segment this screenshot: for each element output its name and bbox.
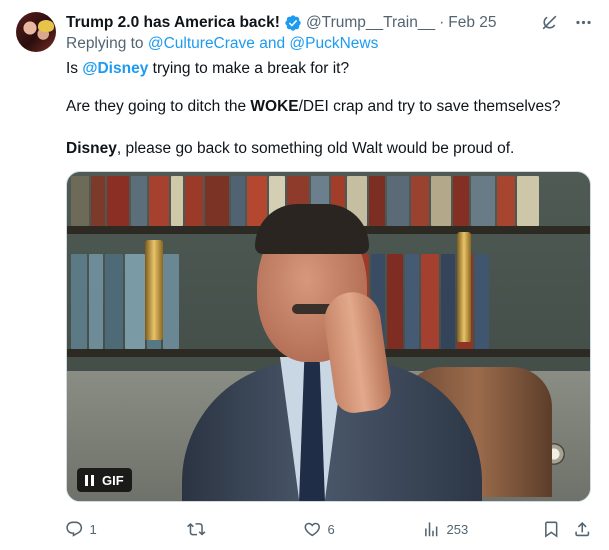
tweet-text-line-2: Are they going to ditch the WOKE/DEI cra… — [66, 97, 596, 117]
analytics-icon — [425, 522, 438, 536]
avatar-detail — [38, 20, 54, 32]
gif-media[interactable]: GIF — [66, 171, 591, 502]
trophy — [145, 240, 163, 340]
verified-badge-icon — [284, 14, 302, 32]
text-segment: /DEI crap and try to save themselves? — [298, 98, 561, 115]
pause-icon[interactable] — [85, 474, 94, 486]
bookmark-button[interactable] — [542, 518, 561, 540]
author-avatar[interactable] — [16, 12, 56, 52]
gif-badge[interactable]: GIF — [77, 468, 132, 492]
bookmark-icon — [545, 521, 558, 538]
tweet-date[interactable]: Feb 25 — [448, 14, 496, 32]
reply-button[interactable]: 1 — [65, 518, 97, 540]
text-segment: trying to make a break for it? — [152, 60, 350, 77]
tweet-actions: 1 6 253 — [60, 518, 597, 540]
like-count: 6 — [327, 521, 335, 537]
mention-culturecrave[interactable]: @CultureCrave — [148, 35, 255, 52]
retweet-button[interactable] — [187, 518, 212, 540]
heart-icon — [304, 522, 320, 537]
replying-conjunction: and — [259, 35, 286, 52]
text-segment: Is — [66, 60, 79, 77]
tweet-text-line-3: Disney, please go back to something old … — [66, 139, 596, 159]
header-actions — [539, 12, 593, 32]
like-button[interactable]: 6 — [303, 518, 335, 540]
tweet-text-line-1: Is @Disney trying to make a break for it… — [66, 59, 596, 79]
bold-text: Disney — [66, 140, 117, 157]
replying-to: Replying to @CultureCrave and @PuckNews — [66, 35, 378, 53]
tweet-header: Trump 2.0 has America back! @Trump__Trai… — [66, 12, 593, 34]
bold-text: WOKE — [250, 98, 299, 115]
figure-hair — [255, 204, 369, 254]
share-button[interactable] — [573, 518, 592, 540]
author-handle[interactable]: @Trump__Train__ — [306, 14, 435, 32]
gif-label: GIF — [102, 472, 124, 488]
reply-icon — [66, 521, 83, 537]
views-count: 253 — [446, 521, 469, 537]
text-segment: Are they going to ditch the — [66, 98, 247, 115]
mention-disney[interactable]: @Disney — [82, 60, 148, 77]
retweet-icon — [187, 522, 206, 536]
grok-icon[interactable] — [539, 12, 559, 32]
replying-prefix: Replying to — [66, 35, 144, 52]
tweet[interactable]: Trump 2.0 has America back! @Trump__Trai… — [0, 0, 609, 550]
more-options-icon[interactable] — [573, 12, 593, 32]
views-button[interactable]: 253 — [422, 518, 468, 540]
mention-pucknews[interactable]: @PuckNews — [289, 35, 378, 52]
text-segment: , please go back to something old Walt w… — [116, 140, 515, 157]
header-separator: · — [439, 14, 445, 31]
reply-count: 1 — [89, 521, 97, 537]
share-icon — [575, 521, 590, 536]
trophy — [457, 232, 471, 342]
author-display-name[interactable]: Trump 2.0 has America back! — [66, 14, 280, 32]
